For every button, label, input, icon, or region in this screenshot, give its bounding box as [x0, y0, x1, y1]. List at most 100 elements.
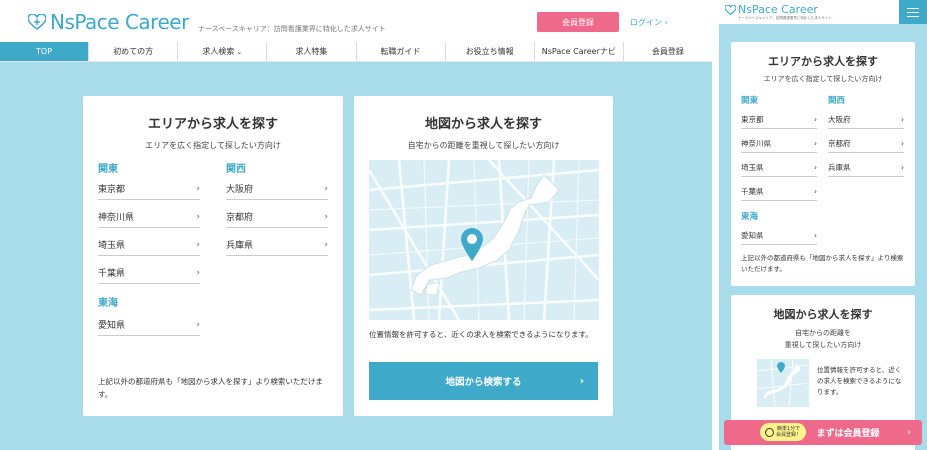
- chevron-right-icon: ›: [324, 183, 328, 194]
- area-card-title: エリアから求人を探す: [147, 117, 278, 132]
- mobile-area-note: 上記以外の都道府県も「地図から求人を探す」より検索いただけます。: [741, 254, 904, 273]
- japan-map-image: [369, 160, 599, 320]
- logo-text: NsPace Career: [50, 10, 189, 34]
- global-nav: TOP 初めての方 求人検索 ⌄ 求人特集 転職ガイド お役立ち情報 NsPace…: [0, 42, 712, 62]
- register-button[interactable]: 会員登録: [537, 12, 619, 32]
- pref-kanagawa[interactable]: 神奈川県 ›: [741, 138, 817, 153]
- site-logo[interactable]: NsPace Career: [28, 10, 189, 34]
- chevron-right-icon: ›: [907, 427, 911, 438]
- map-card-title: 地図から求人を探す: [424, 117, 542, 132]
- region-kansai: 関西: [828, 96, 846, 106]
- pref-label: 神奈川県: [98, 213, 135, 223]
- nav-top[interactable]: TOP: [0, 42, 89, 61]
- chevron-right-icon: ›: [814, 115, 817, 124]
- mobile-header: NsPace Career ナースペースキャリア：訪問看護業界に特化した求人サイ…: [719, 0, 927, 24]
- nav-nspace-navi[interactable]: NsPace Careerナビ: [533, 42, 623, 61]
- nav-first-time[interactable]: 初めての方: [88, 42, 177, 61]
- nav-career-guide[interactable]: 転職ガイド: [355, 42, 445, 61]
- login-link[interactable]: ログイン ›: [630, 17, 668, 28]
- chevron-right-icon: ›: [814, 231, 817, 240]
- pref-label: 埼玉県: [98, 241, 126, 251]
- mobile-tagline: ナースペースキャリア：訪問看護業界に特化した求人サイト: [738, 16, 832, 20]
- pref-kyoto[interactable]: 京都府 ›: [828, 138, 904, 153]
- pref-chiba[interactable]: 千葉県 ›: [98, 266, 200, 284]
- mobile-area-card: エリアから求人を探す エリアを広く指定して探したい方向け 関東 東京都 › 神奈川…: [731, 42, 915, 286]
- heart-logo-icon: [28, 14, 46, 30]
- hamburger-menu-icon[interactable]: [899, 0, 927, 24]
- chevron-right-icon: ›: [664, 18, 668, 27]
- pref-aichi[interactable]: 愛知県 ›: [741, 230, 817, 245]
- map-search-button-label: 地図から検索する: [445, 377, 522, 388]
- chevron-right-icon: ›: [814, 187, 817, 196]
- chevron-right-icon: ›: [814, 163, 817, 172]
- chevron-right-icon: ›: [196, 183, 200, 194]
- map-card-subtitle: 自宅からの距離を重視して探したい方向け: [407, 141, 560, 150]
- chevron-right-icon: ›: [196, 267, 200, 278]
- cta-badge: 簡単1分で 会員登録！: [760, 423, 806, 441]
- pref-label: 大阪府: [226, 185, 254, 195]
- cta-label: まずは会員登録: [816, 429, 880, 439]
- location-pin-icon: [461, 228, 483, 261]
- nav-useful-info[interactable]: お役立ち情報: [444, 42, 534, 61]
- mobile-logo-text: NsPace Career: [738, 3, 818, 16]
- mobile-map-title: 地図から求人を探す: [773, 308, 873, 321]
- region-kansai: 関西: [226, 164, 246, 175]
- area-search-card: エリアから求人を探す エリアを広く指定して探したい方向け 関東 東京都 › 神奈川…: [83, 96, 343, 416]
- pref-saitama[interactable]: 埼玉県 ›: [741, 162, 817, 177]
- pref-label: 京都府: [828, 139, 851, 148]
- pref-osaka[interactable]: 大阪府 ›: [226, 182, 328, 200]
- pref-label: 大阪府: [828, 115, 851, 124]
- chevron-right-icon: ›: [901, 163, 904, 172]
- pref-label: 東京都: [741, 115, 764, 124]
- desktop-view: NsPace Career ナースペースキャリア：訪問看護業界に特化した求人サイ…: [0, 0, 712, 450]
- pref-label: 兵庫県: [828, 163, 851, 172]
- mobile-logo[interactable]: NsPace Career: [725, 3, 818, 16]
- pref-label: 埼玉県: [741, 163, 764, 172]
- pref-saitama[interactable]: 埼玉県 ›: [98, 238, 200, 256]
- nav-job-search[interactable]: 求人検索 ⌄: [177, 42, 266, 61]
- pref-hyogo[interactable]: 兵庫県 ›: [828, 162, 904, 177]
- region-kanto: 関東: [741, 96, 759, 106]
- nav-register[interactable]: 会員登録: [622, 42, 712, 61]
- map-illustration: [369, 160, 599, 320]
- pref-label: 愛知県: [98, 321, 126, 331]
- pref-tokyo[interactable]: 東京都 ›: [741, 114, 817, 129]
- region-tokai: 東海: [98, 298, 118, 309]
- chevron-right-icon: ›: [324, 239, 328, 250]
- pref-tokyo[interactable]: 東京都 ›: [98, 182, 200, 200]
- chevron-right-icon: ›: [196, 239, 200, 250]
- site-tagline: ナースペースキャリア：訪問看護業界に特化した求人サイト: [198, 25, 386, 33]
- chevron-right-icon: ›: [324, 211, 328, 222]
- pref-aichi[interactable]: 愛知県 ›: [98, 318, 200, 336]
- chevron-right-icon: ›: [901, 115, 904, 124]
- pref-label: 神奈川県: [741, 139, 771, 148]
- area-card-note: 上記以外の都道府県も「地図から求人を探す」より検索いただけます。: [98, 377, 323, 399]
- mobile-japan-map-image: [757, 359, 809, 407]
- mobile-map-subtitle-2: 重視して探したい方向け: [784, 341, 862, 349]
- mobile-area-subtitle: エリアを広く指定して探したい方向け: [763, 75, 883, 83]
- area-card-subtitle: エリアを広く指定して探したい方向け: [145, 141, 281, 150]
- clock-icon: [764, 427, 774, 437]
- pref-label: 東京都: [98, 185, 126, 195]
- nav-features[interactable]: 求人特集: [266, 42, 355, 61]
- nav-job-search-label: 求人検索: [202, 47, 235, 56]
- pref-osaka[interactable]: 大阪府 ›: [828, 114, 904, 129]
- map-search-button[interactable]: 地図から検索する ›: [369, 362, 598, 400]
- region-kanto: 関東: [98, 164, 118, 175]
- chevron-down-icon: ⌄: [236, 47, 243, 56]
- heart-logo-icon: [725, 4, 736, 15]
- mobile-map-note: 位置情報を許可すると、近くの求人を検索できるようになります。: [817, 366, 902, 396]
- map-illustration: [757, 359, 809, 407]
- pref-chiba[interactable]: 千葉県 ›: [741, 186, 817, 201]
- pref-hyogo[interactable]: 兵庫県 ›: [226, 238, 328, 256]
- pref-label: 千葉県: [741, 187, 764, 196]
- map-search-card: 地図から求人を探す 自宅からの距離を重視して探したい方向け 位置情報を許可すると…: [354, 96, 613, 416]
- chevron-right-icon: ›: [901, 139, 904, 148]
- mobile-map-subtitle-1: 自宅からの距離を: [795, 329, 851, 337]
- login-label: ログイン: [630, 18, 662, 27]
- site-header: NsPace Career ナースペースキャリア：訪問看護業界に特化した求人サイ…: [0, 0, 712, 42]
- pref-kanagawa[interactable]: 神奈川県 ›: [98, 210, 200, 228]
- pref-kyoto[interactable]: 京都府 ›: [226, 210, 328, 228]
- region-tokai: 東海: [741, 212, 759, 222]
- pref-label: 千葉県: [98, 269, 126, 279]
